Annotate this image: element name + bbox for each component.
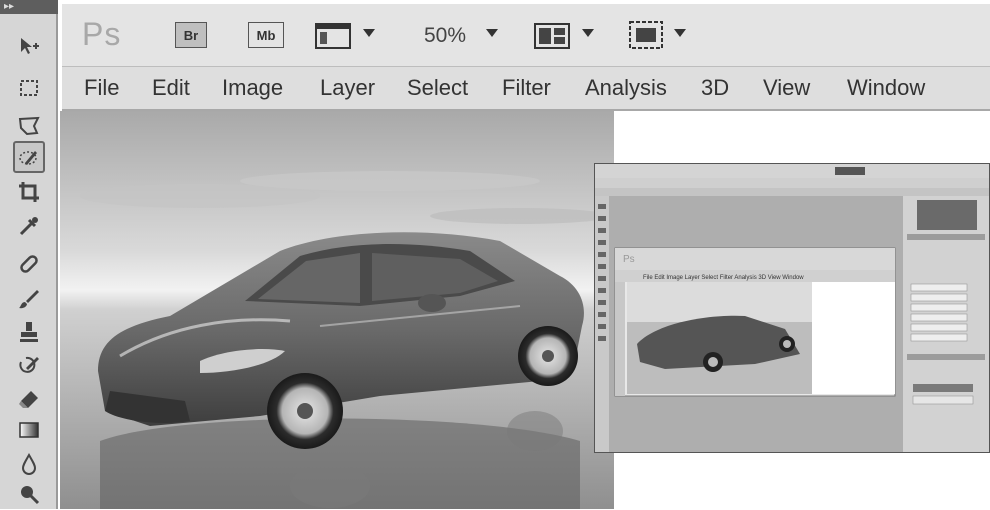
eraser-tool-icon[interactable] xyxy=(13,384,45,416)
launch-bridge-button[interactable]: Br xyxy=(175,22,207,48)
menu-filter[interactable]: Filter xyxy=(502,75,551,101)
menu-layer[interactable]: Layer xyxy=(320,75,375,101)
eyedropper-tool-icon[interactable] xyxy=(13,210,45,242)
arrange-documents-dropdown-icon[interactable] xyxy=(582,29,594,37)
view-extras-icon[interactable] xyxy=(314,20,352,50)
menu-file[interactable]: File xyxy=(84,75,119,101)
view-extras-dropdown-icon[interactable] xyxy=(363,29,375,37)
lasso-tool-icon[interactable] xyxy=(13,110,45,142)
crop-tool-icon[interactable] xyxy=(13,176,45,208)
arrange-documents-icon[interactable] xyxy=(533,22,571,50)
menu-edit[interactable]: Edit xyxy=(152,75,190,101)
menu-select[interactable]: Select xyxy=(407,75,468,101)
healing-brush-tool-icon[interactable] xyxy=(13,248,45,280)
history-brush-tool-icon[interactable] xyxy=(13,350,45,382)
move-tool-icon[interactable] xyxy=(13,30,45,62)
dodge-tool-icon[interactable] xyxy=(13,478,45,510)
tools-panel-grip[interactable]: ▸▸ xyxy=(0,0,58,14)
menu-image[interactable]: Image xyxy=(222,75,283,101)
menu-bar: File Edit Image Layer Select Filter Anal… xyxy=(62,67,990,111)
launch-mini-bridge-button[interactable]: Mb xyxy=(248,22,284,48)
zoom-dropdown-icon[interactable] xyxy=(486,29,498,37)
car-photo xyxy=(60,111,614,509)
screen-mode-dropdown-icon[interactable] xyxy=(674,29,686,37)
menu-window[interactable]: Window xyxy=(847,75,925,101)
workspace-thumbnail-image: Ps File Edit Image Layer Select Filter A… xyxy=(595,164,989,452)
menu-3d[interactable]: 3D xyxy=(701,75,729,101)
document-canvas[interactable] xyxy=(60,111,614,509)
photoshop-logo: Ps xyxy=(82,16,122,52)
screen-mode-icon[interactable] xyxy=(628,20,664,50)
blur-tool-icon[interactable] xyxy=(13,448,45,480)
tools-panel: ▸▸ xyxy=(0,0,58,509)
menu-view[interactable]: View xyxy=(763,75,810,101)
workspace-thumbnail: Ps File Edit Image Layer Select Filter A… xyxy=(594,163,990,453)
menu-analysis[interactable]: Analysis xyxy=(585,75,667,101)
svg-text:File Edit Image Layer Sele: File Edit Image Layer Select Filter Anal… xyxy=(643,275,804,281)
quick-selection-tool-icon[interactable] xyxy=(13,141,45,173)
gradient-tool-icon[interactable] xyxy=(13,414,45,446)
rectangular-marquee-tool-icon[interactable] xyxy=(13,72,45,104)
application-bar: Ps Br Mb 50% xyxy=(62,4,990,67)
brush-tool-icon[interactable] xyxy=(13,283,45,315)
zoom-level[interactable]: 50% xyxy=(424,24,466,48)
clone-stamp-tool-icon[interactable] xyxy=(13,316,45,348)
svg-text:Ps: Ps xyxy=(623,254,635,265)
